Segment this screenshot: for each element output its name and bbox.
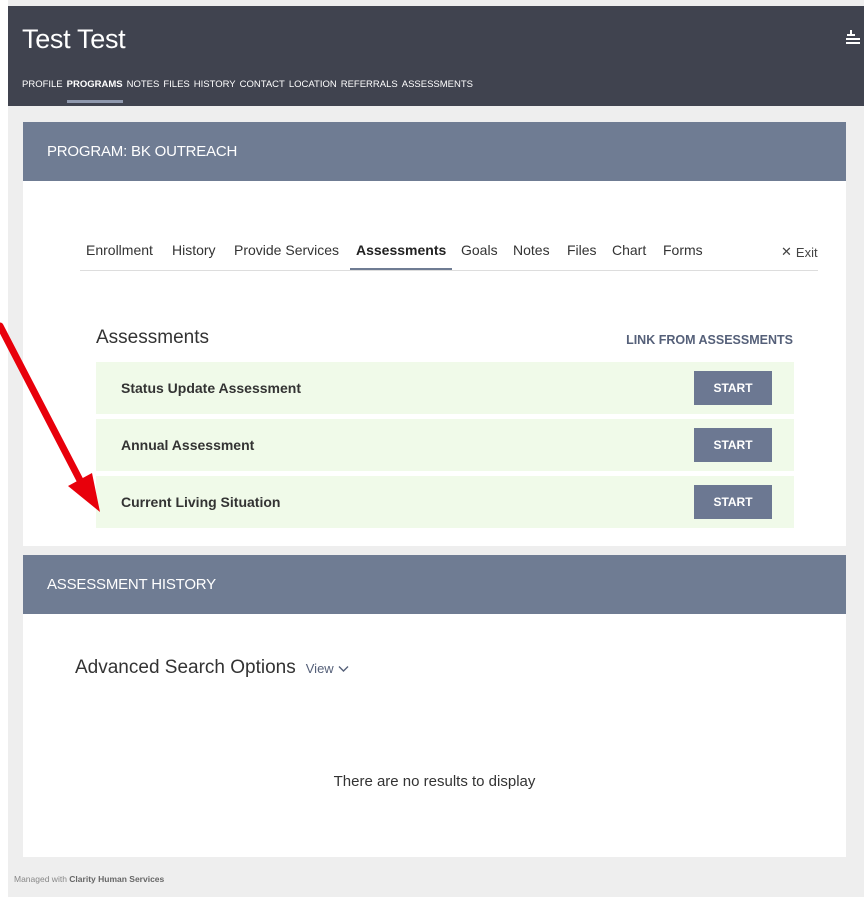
- footer-prefix: Managed with: [14, 874, 67, 884]
- nav-assessments[interactable]: ASSESSMENTS: [402, 79, 473, 90]
- tab-goals[interactable]: Goals: [461, 242, 498, 258]
- exit-label: Exit: [795, 244, 818, 260]
- link-from-assessments[interactable]: LINK FROM ASSESSMENTS: [626, 333, 793, 347]
- client-nav: PROFILE PROGRAMS NOTES FILES HISTORY CON…: [22, 79, 473, 103]
- chevron-down-icon: [338, 665, 349, 672]
- tab-notes[interactable]: Notes: [513, 242, 550, 258]
- tab-provide-services[interactable]: Provide Services: [234, 242, 339, 258]
- history-card: ASSESSMENT HISTORY Advanced Search Optio…: [23, 555, 846, 857]
- start-status-update-button[interactable]: START: [694, 371, 772, 405]
- assessment-row: Status Update Assessment START: [96, 362, 794, 414]
- footer-brand: Clarity Human Services: [69, 874, 165, 884]
- assessments-title: Assessments: [96, 327, 209, 348]
- assessment-row: Annual Assessment START: [96, 419, 794, 471]
- nav-files[interactable]: FILES: [163, 79, 189, 90]
- tab-chart[interactable]: Chart: [612, 242, 646, 258]
- program-tabs: Enrollment History Provide Services Asse…: [80, 230, 818, 271]
- view-toggle[interactable]: View: [306, 661, 349, 676]
- nav-programs[interactable]: PROGRAMS: [66, 79, 123, 103]
- assessment-row: Current Living Situation START: [96, 476, 794, 528]
- program-card: PROGRAM: BK OUTREACH Enrollment History …: [23, 122, 846, 546]
- start-annual-button[interactable]: START: [694, 428, 772, 462]
- nav-referrals[interactable]: REFERRALS: [341, 79, 398, 90]
- exit-button[interactable]: ✕ Exit: [781, 244, 818, 260]
- assessment-name: Status Update Assessment: [121, 380, 301, 396]
- tab-assessments[interactable]: Assessments: [349, 242, 453, 270]
- program-header: PROGRAM: BK OUTREACH: [23, 122, 846, 181]
- empty-results-message: There are no results to display: [333, 773, 536, 790]
- nav-history[interactable]: HISTORY: [194, 79, 236, 90]
- assessment-name: Annual Assessment: [121, 437, 255, 453]
- footer: Managed with Clarity Human Services: [14, 874, 164, 884]
- advanced-search: Advanced Search Options View: [75, 657, 349, 679]
- tab-files[interactable]: Files: [567, 242, 597, 258]
- view-label: View: [305, 661, 334, 676]
- nav-location[interactable]: LOCATION: [289, 79, 337, 90]
- nav-profile[interactable]: PROFILE: [22, 79, 63, 90]
- start-current-living-button[interactable]: START: [694, 485, 772, 519]
- advanced-search-title: Advanced Search Options: [75, 657, 296, 678]
- nav-contact[interactable]: CONTACT: [240, 79, 285, 90]
- client-name: Test Test: [22, 24, 126, 54]
- client-header: Test Test PROFILE PROGRAMS NOTES FILES H…: [8, 6, 864, 106]
- history-header: ASSESSMENT HISTORY: [23, 555, 846, 614]
- assessment-name: Current Living Situation: [121, 494, 281, 510]
- tab-forms[interactable]: Forms: [663, 242, 703, 258]
- menu-sort-icon[interactable]: [846, 28, 860, 48]
- nav-notes[interactable]: NOTES: [127, 79, 160, 90]
- tab-history[interactable]: History: [172, 242, 216, 258]
- tab-enrollment[interactable]: Enrollment: [86, 242, 153, 258]
- close-icon: ✕: [781, 244, 792, 259]
